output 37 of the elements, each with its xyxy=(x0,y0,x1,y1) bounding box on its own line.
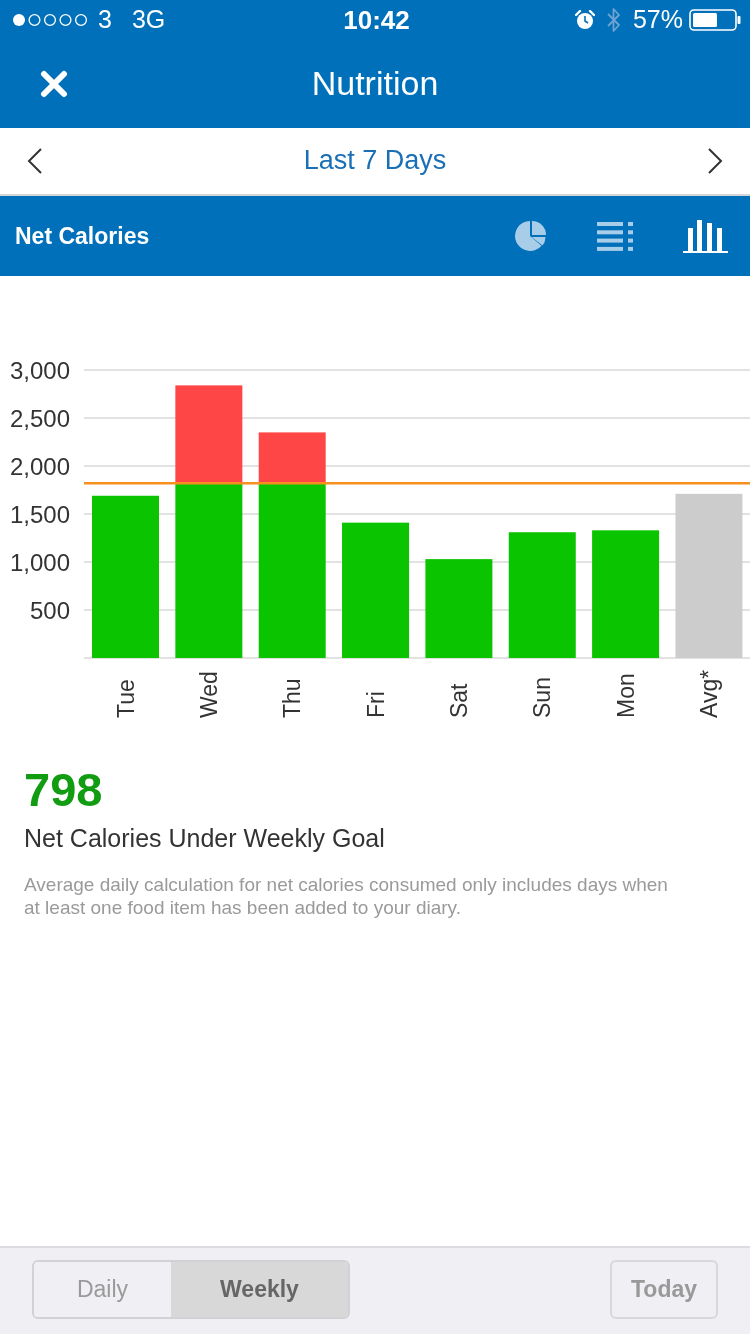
close-icon[interactable] xyxy=(40,70,68,98)
chevron-right-icon[interactable] xyxy=(707,148,723,174)
x-axis-label: Wed xyxy=(195,671,222,718)
clock-time: 10:42 xyxy=(343,3,410,37)
bar-chart-icon[interactable] xyxy=(683,219,728,253)
over-goal-bar xyxy=(258,432,326,484)
summary-label: Net Calories Under Weekly Goal xyxy=(24,823,386,853)
battery-icon xyxy=(689,9,741,31)
battery-percentage: 57% xyxy=(632,4,683,36)
network-type: 3G xyxy=(131,4,166,36)
chevron-left-icon[interactable] xyxy=(27,148,43,174)
signal-icon xyxy=(12,13,90,27)
period-tab[interactable]: Weekly xyxy=(171,1262,348,1317)
screen-title: Nutrition xyxy=(311,65,439,103)
y-axis-label: 2,000 xyxy=(9,452,70,480)
alarm-clock-icon xyxy=(574,10,595,30)
x-axis-label: Tue xyxy=(112,679,139,718)
x-axis-label: Thu xyxy=(279,678,306,718)
x-axis-label: Fri xyxy=(362,691,389,718)
x-axis-label: Sun xyxy=(529,677,556,718)
y-axis-label: 1,500 xyxy=(9,500,70,528)
y-axis-label: 2,500 xyxy=(9,404,70,432)
x-axis-label: Avg* xyxy=(695,669,722,718)
section-title: Net Calories xyxy=(15,221,151,251)
x-axis-label: Sat xyxy=(445,683,472,718)
bluetooth-icon xyxy=(606,7,621,33)
list-icon[interactable] xyxy=(597,221,633,251)
y-axis-label: 500 xyxy=(29,596,70,624)
calorie-total: 798 xyxy=(24,766,104,813)
y-axis-label: 1,000 xyxy=(9,548,70,576)
footnote-text: Average daily calculation for net calories consumed only includes days when at least one food item has been added to your diary. xyxy=(24,873,669,919)
today-button[interactable]: Today xyxy=(610,1260,718,1319)
carrier-name: 3 xyxy=(98,4,112,36)
pie-chart-icon[interactable] xyxy=(514,220,547,252)
date-range-label: Last 7 Days xyxy=(303,146,447,176)
y-axis-label: 3,000 xyxy=(9,356,70,384)
x-axis-label: Mon xyxy=(612,673,639,718)
